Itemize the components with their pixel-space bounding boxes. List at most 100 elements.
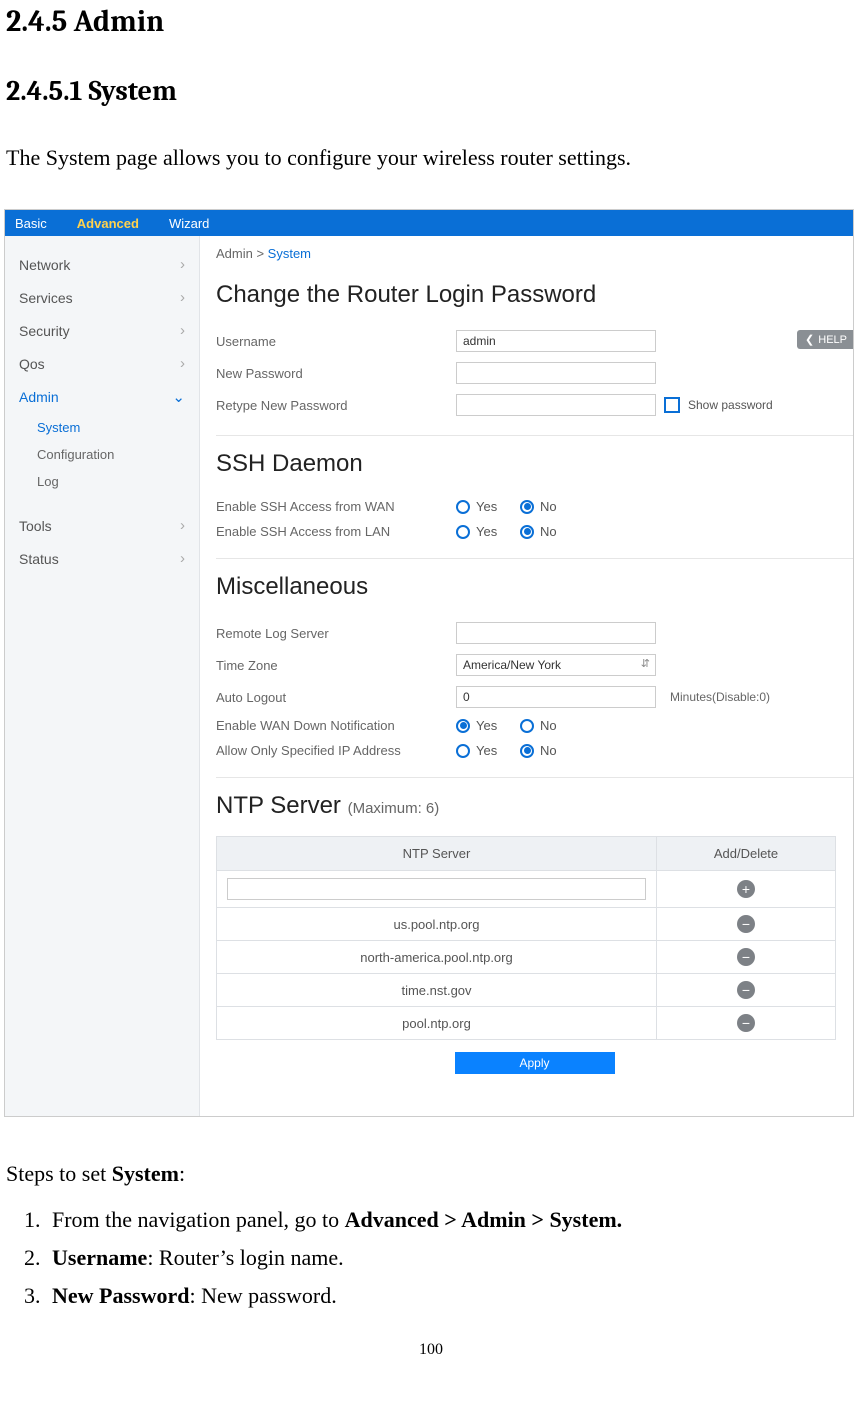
wan-down-yes[interactable]: Yes <box>456 718 512 733</box>
chevron-right-icon: › <box>180 550 185 567</box>
radio-label: No <box>540 743 557 758</box>
label-auto-logout: Auto Logout <box>216 690 456 705</box>
tab-wizard[interactable]: Wizard <box>169 216 209 231</box>
sidebar-item-label: Status <box>19 551 59 567</box>
sidebar-item-network[interactable]: Network › <box>5 248 199 281</box>
text-bold: System <box>112 1161 179 1186</box>
section-ntp-title: NTP Server (Maximum: 6) <box>216 792 853 820</box>
step-item: From the navigation panel, go to Advance… <box>46 1201 854 1239</box>
ssh-lan-no[interactable]: No <box>520 524 576 539</box>
radio-label: Yes <box>476 499 497 514</box>
section-ssh-title: SSH Daemon <box>216 450 853 478</box>
sidebar-item-security[interactable]: Security › <box>5 314 199 347</box>
username-input[interactable] <box>456 330 656 352</box>
page-number: 100 <box>0 1341 862 1359</box>
ssh-wan-no[interactable]: No <box>520 499 576 514</box>
row-ssh-wan: Enable SSH Access from WAN Yes No <box>216 494 853 519</box>
text-bold: Advanced > Admin > System. <box>345 1207 623 1232</box>
retype-password-input[interactable] <box>456 394 656 416</box>
step-item: New Password: New password. <box>46 1277 854 1315</box>
delete-icon[interactable]: − <box>737 948 755 966</box>
row-allow-ip: Allow Only Specified IP Address Yes No <box>216 738 853 763</box>
sidebar: Network › Services › Security › Qos › Ad… <box>5 236 200 1116</box>
sidebar-item-label: Qos <box>19 356 45 372</box>
label-wan-down: Enable WAN Down Notification <box>216 718 456 733</box>
delete-icon[interactable]: − <box>737 915 755 933</box>
sidebar-item-label: Services <box>19 290 73 306</box>
content-pane: Admin > System Change the Router Login P… <box>200 236 853 1116</box>
ntp-server-cell: north-america.pool.ntp.org <box>217 941 657 974</box>
text-bold: New Password <box>52 1283 190 1308</box>
allow-ip-yes[interactable]: Yes <box>456 743 512 758</box>
delete-icon[interactable]: − <box>737 981 755 999</box>
radio-label: Yes <box>476 743 497 758</box>
delete-icon[interactable]: − <box>737 1014 755 1032</box>
text: : Router’s login name. <box>147 1245 343 1270</box>
show-password-checkbox[interactable] <box>664 397 680 413</box>
subsection-heading: 2.4.5.1 System <box>6 75 854 107</box>
row-timezone: Time Zone America/New York <box>216 649 853 681</box>
sidebar-item-status[interactable]: Status › <box>5 542 199 575</box>
sidebar-item-label: Tools <box>19 518 52 534</box>
tab-advanced[interactable]: Advanced <box>77 216 139 231</box>
sidebar-item-services[interactable]: Services › <box>5 281 199 314</box>
sidebar-item-label: Security <box>19 323 70 339</box>
breadcrumb: Admin > System <box>216 246 853 261</box>
auto-logout-input[interactable] <box>456 686 656 708</box>
radio-icon <box>520 500 534 514</box>
th-ntp-server: NTP Server <box>217 837 657 871</box>
breadcrumb-parent: Admin > <box>216 246 268 261</box>
auto-logout-note: Minutes(Disable:0) <box>670 690 770 704</box>
sidebar-sub-log[interactable]: Log <box>5 468 199 495</box>
radio-label: Yes <box>476 524 497 539</box>
label-retype-password: Retype New Password <box>216 398 456 413</box>
radio-icon <box>456 719 470 733</box>
text: : <box>179 1161 185 1186</box>
chevron-right-icon: › <box>180 256 185 273</box>
sidebar-item-admin[interactable]: Admin ⌄ <box>5 380 199 414</box>
row-remote-log: Remote Log Server <box>216 617 853 649</box>
chevron-down-icon: ⌄ <box>172 388 185 406</box>
breadcrumb-current: System <box>268 246 311 261</box>
show-password-label: Show password <box>688 398 773 412</box>
ntp-row: north-america.pool.ntp.org − <box>217 941 836 974</box>
ssh-lan-yes[interactable]: Yes <box>456 524 512 539</box>
ntp-title-sub: (Maximum: 6) <box>348 800 440 817</box>
timezone-select[interactable]: America/New York <box>456 654 656 676</box>
step-item: Username: Router’s login name. <box>46 1239 854 1277</box>
radio-label: No <box>540 524 557 539</box>
ntp-server-cell: pool.ntp.org <box>217 1007 657 1040</box>
add-icon[interactable]: + <box>737 880 755 898</box>
sidebar-item-tools[interactable]: Tools › <box>5 509 199 542</box>
ntp-server-input[interactable] <box>227 878 645 900</box>
row-auto-logout: Auto Logout Minutes(Disable:0) <box>216 681 853 713</box>
sidebar-sub-system[interactable]: System <box>5 414 199 441</box>
radio-icon <box>456 744 470 758</box>
radio-icon <box>520 525 534 539</box>
router-admin-screenshot: Basic Advanced Wizard ❮ HELP Network › S… <box>4 209 854 1117</box>
allow-ip-no[interactable]: No <box>520 743 576 758</box>
radio-label: No <box>540 718 557 733</box>
chevron-right-icon: › <box>180 355 185 372</box>
steps-list: From the navigation panel, go to Advance… <box>6 1201 854 1315</box>
label-ssh-wan: Enable SSH Access from WAN <box>216 499 456 514</box>
new-password-input[interactable] <box>456 362 656 384</box>
wan-down-no[interactable]: No <box>520 718 576 733</box>
ssh-wan-yes[interactable]: Yes <box>456 499 512 514</box>
row-username: Username <box>216 325 853 357</box>
label-new-password: New Password <box>216 366 456 381</box>
tab-basic[interactable]: Basic <box>15 216 47 231</box>
text: From the navigation panel, go to <box>52 1207 345 1232</box>
remote-log-input[interactable] <box>456 622 656 644</box>
radio-icon <box>520 719 534 733</box>
ntp-title-main: NTP Server <box>216 792 348 819</box>
apply-button[interactable]: Apply <box>455 1052 615 1074</box>
ntp-row: us.pool.ntp.org − <box>217 908 836 941</box>
label-timezone: Time Zone <box>216 658 456 673</box>
row-retype-password: Retype New Password Show password <box>216 389 853 421</box>
sidebar-sub-configuration[interactable]: Configuration <box>5 441 199 468</box>
chevron-right-icon: › <box>180 517 185 534</box>
sidebar-item-label: Admin <box>19 389 59 405</box>
sidebar-item-qos[interactable]: Qos › <box>5 347 199 380</box>
section-misc-title: Miscellaneous <box>216 573 853 601</box>
